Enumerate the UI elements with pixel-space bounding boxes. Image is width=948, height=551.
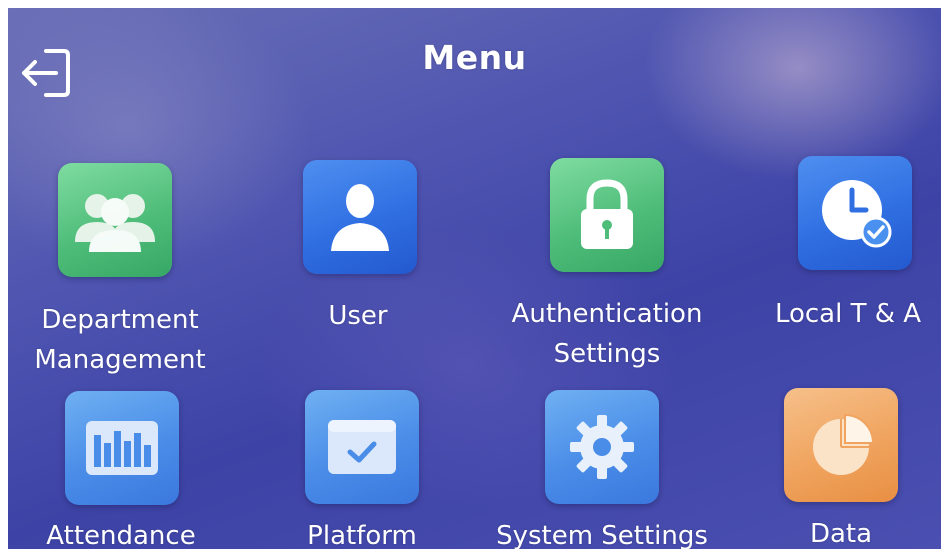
menu-item-label: Authentication Settings <box>511 299 703 369</box>
pie-chart-icon <box>813 413 875 475</box>
menu-item-label: Local T & A <box>774 299 922 329</box>
authentication-tile <box>550 158 664 272</box>
menu-item-label: System Settings <box>496 521 708 549</box>
department-tile <box>58 163 172 277</box>
platform-tile <box>305 390 419 504</box>
data-tile <box>784 388 898 502</box>
clock-check-icon <box>822 180 892 248</box>
user-tile <box>303 160 417 274</box>
attendance-tile <box>65 391 179 505</box>
department-group-icon <box>75 194 155 252</box>
menu-item-label: Platform <box>307 521 417 549</box>
menu-item-label: User <box>328 301 388 331</box>
platform-icon <box>328 420 396 474</box>
user-icon <box>331 184 389 251</box>
system-settings-tile <box>545 390 659 504</box>
gear-icon <box>570 415 634 479</box>
device-screen: Menu Department Management User Authenti… <box>8 8 941 549</box>
page-title: Menu <box>422 38 527 77</box>
attendance-bars-icon <box>86 421 158 475</box>
menu-item-label: Department Management <box>34 305 206 375</box>
menu-item-label: Data <box>809 519 873 549</box>
local-ta-tile <box>798 156 912 270</box>
menu-item-label: Attendance <box>46 521 196 549</box>
lock-icon <box>581 179 633 249</box>
